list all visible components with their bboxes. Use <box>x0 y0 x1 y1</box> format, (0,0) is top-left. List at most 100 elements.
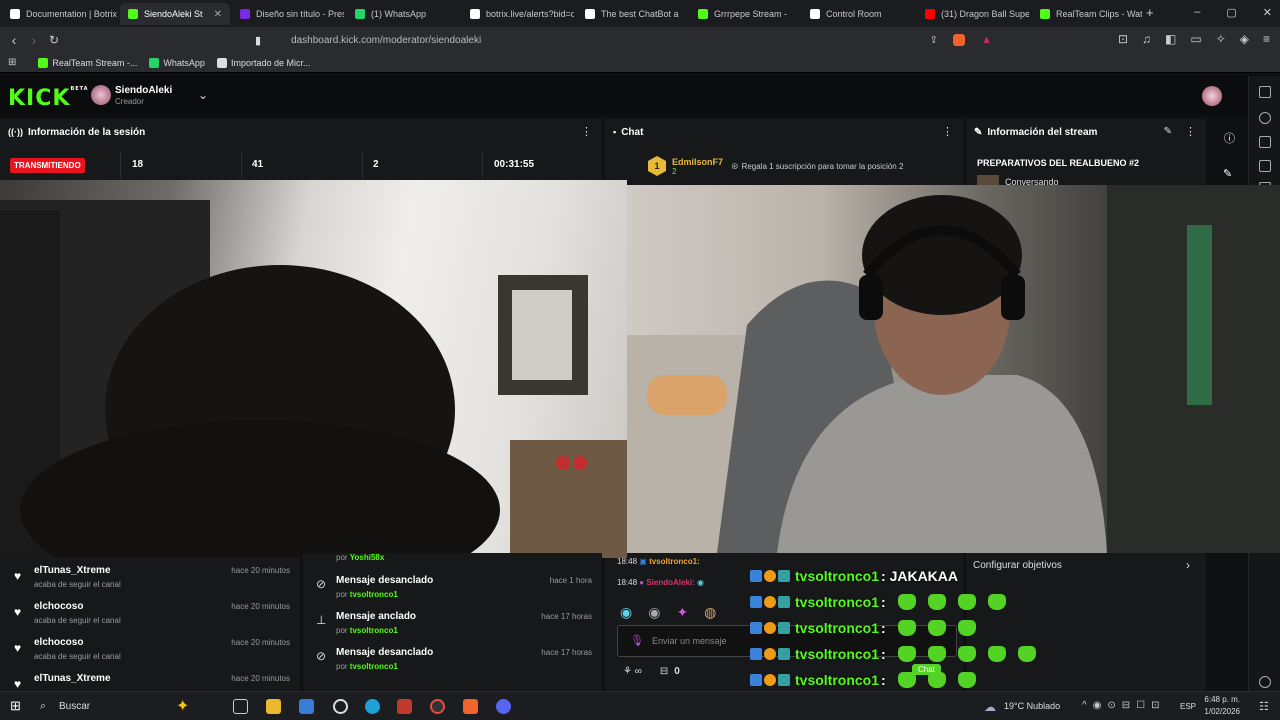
store-icon[interactable]: ⊟ <box>660 666 668 677</box>
obs-icon[interactable] <box>430 699 445 714</box>
raid-icon[interactable] <box>1259 112 1271 124</box>
broadcast-icon: ((·)) <box>8 127 23 137</box>
bookmark-item[interactable]: WhatsApp <box>149 57 205 68</box>
goals-row[interactable]: Configurar objetivos › <box>966 553 1206 579</box>
profile-avatar[interactable] <box>1202 86 1222 106</box>
goals-label: Configurar objetivos <box>973 560 1062 571</box>
clock-time[interactable]: 6:48 p. m. <box>1204 695 1240 704</box>
forward-icon[interactable]: › <box>24 32 44 48</box>
mic-icon: 🎙 <box>630 635 644 647</box>
browser-tab[interactable]: Grrrpepe Stream - <box>690 3 800 25</box>
emote-cat-gray-icon[interactable]: ◉ <box>648 604 660 621</box>
emote-cat-icon[interactable]: ◉ <box>620 604 632 621</box>
discord-icon[interactable] <box>496 699 511 714</box>
points-icon[interactable]: ⚘ ∞ <box>623 666 642 677</box>
wallet-icon[interactable]: ▭ <box>1190 32 1201 46</box>
close-tab-icon[interactable]: ✕ <box>214 9 222 20</box>
taskbar-search[interactable]: Buscar <box>59 701 90 712</box>
panel-title: Información del stream <box>987 126 1098 138</box>
task-view-icon[interactable] <box>233 699 248 714</box>
file-explorer-icon[interactable] <box>266 699 281 714</box>
clock-date[interactable]: 1/02/2026 <box>1200 707 1240 716</box>
emote-dance-icon[interactable]: ✦ <box>676 604 688 621</box>
browser-tab[interactable]: botrix.live/alerts?bid=o <box>462 3 574 25</box>
rewards-icon[interactable]: ▲ <box>981 34 992 46</box>
msg-user[interactable]: SiendoAleki: <box>646 578 694 587</box>
kick-logo[interactable]: KICKBETA <box>8 86 89 111</box>
emote-face-icon[interactable]: ◍ <box>704 604 716 621</box>
browser-tab[interactable]: Control Room <box>802 3 914 25</box>
lang-indicator[interactable]: ESP <box>1180 702 1196 711</box>
edit-icon[interactable]: ✎ <box>1164 126 1172 137</box>
stream-tool-icon[interactable] <box>1259 86 1271 98</box>
brave-icon[interactable] <box>463 699 478 714</box>
pin-icon: ⊥ <box>316 613 327 627</box>
tab-favicon-icon <box>10 9 20 19</box>
browser-tab[interactable]: Documentation | Botrix <box>2 3 117 25</box>
reload-icon[interactable]: ↻ <box>44 33 64 47</box>
info-icon[interactable]: ⓘ <box>1224 130 1235 146</box>
notification-icon[interactable]: ☷ <box>1259 700 1269 713</box>
media-icon[interactable]: ♫ <box>1142 32 1151 46</box>
follower-name[interactable]: elTunas_Xtreme <box>34 673 111 684</box>
viewer-count: 0 <box>674 666 680 677</box>
close-window-icon[interactable]: ✕ <box>1263 6 1272 19</box>
vpn-icon[interactable]: ◈ <box>1240 32 1249 46</box>
tray-icons[interactable]: ^◉⊙⊟☐⊡ <box>1082 700 1166 711</box>
tab-label: Diseño sin título - Pres <box>256 9 344 19</box>
frog-emote-icon <box>957 672 976 688</box>
start-icon[interactable]: ⊞ <box>10 698 21 714</box>
brave-shield-icon[interactable] <box>953 34 965 46</box>
browser-tab[interactable]: The best ChatBot a <box>577 3 687 25</box>
weather-text[interactable]: 19°C Nublado <box>1004 701 1060 711</box>
frog-emote-icon <box>957 620 976 636</box>
log-by-user[interactable]: tvsoltronco1 <box>350 590 398 599</box>
clips-icon[interactable] <box>1259 136 1271 148</box>
store-icon[interactable] <box>299 699 314 714</box>
maximize-icon[interactable]: ▢ <box>1226 6 1236 19</box>
copilot-sparkle-icon[interactable]: ✦ <box>176 696 189 716</box>
app-icon[interactable] <box>397 699 412 714</box>
mod-log-item: ⊘ Mensaje desanclado por tvsoltronco1 hace … <box>316 647 594 681</box>
minimize-icon[interactable]: – <box>1194 6 1200 19</box>
bookmark-item[interactable]: Importado de Micr... <box>216 57 311 68</box>
new-tab-button[interactable]: + <box>1146 5 1154 20</box>
ai-icon[interactable]: ✧ <box>1216 32 1226 46</box>
edit-stream-icon[interactable]: ✎ <box>1223 167 1232 180</box>
browser-tab[interactable]: SiendoAleki St ✕ <box>120 3 230 25</box>
msg-user[interactable]: tvsoltronco1: <box>649 557 700 566</box>
screenshot-icon[interactable]: ⊡ <box>1118 32 1128 46</box>
save-icon[interactable] <box>1259 160 1271 172</box>
unpin-icon: ⊘ <box>316 577 327 591</box>
follower-time: hace 20 minutos <box>231 638 290 647</box>
follower-name[interactable]: elchocoso <box>34 637 83 648</box>
logo-text: KICK <box>8 86 71 111</box>
chevron-down-icon[interactable]: ⌄ <box>198 88 208 102</box>
search-icon[interactable]: ⌕ <box>40 700 46 713</box>
gifter-name[interactable]: EdmilsonF7 <box>672 157 723 167</box>
follower-name[interactable]: elTunas_Xtreme <box>34 565 111 576</box>
settings-app-icon[interactable] <box>333 699 348 714</box>
channel-name[interactable]: SiendoAleki <box>115 85 172 96</box>
apps-grid-icon[interactable]: ⊞ <box>8 57 16 68</box>
back-icon[interactable]: ‹ <box>4 32 24 48</box>
more-options-icon[interactable]: ⋮ <box>1185 125 1196 138</box>
log-by-user[interactable]: tvsoltronco1 <box>350 626 398 635</box>
bookmark-item[interactable]: RealTeam Stream -... <box>38 57 137 68</box>
bookmark-icon[interactable]: ▮ <box>255 34 261 47</box>
address-bar[interactable]: ▮ dashboard.kick.com/moderator/siendoale… <box>255 30 1000 50</box>
browser-tab[interactable]: Diseño sin título - Pres <box>232 3 344 25</box>
browser-tab[interactable]: RealTeam Clips - Watc <box>1032 3 1142 25</box>
overlay-user: tvsoltronco1 <box>795 620 880 636</box>
log-by-user[interactable]: tvsoltronco1 <box>350 662 398 671</box>
more-options-icon[interactable]: ⋮ <box>942 125 953 138</box>
share-icon[interactable]: ⇪ <box>930 35 938 46</box>
follower-name[interactable]: elchocoso <box>34 601 83 612</box>
menu-icon[interactable]: ≡ <box>1263 32 1270 46</box>
browser-tab[interactable]: (1) WhatsApp <box>347 3 459 25</box>
edge-icon[interactable] <box>365 699 380 714</box>
browser-tab[interactable]: (31) Dragon Ball Super <box>917 3 1029 25</box>
more-options-icon[interactable]: ⋮ <box>581 125 592 138</box>
sidebar-icon[interactable]: ◧ <box>1165 32 1176 46</box>
settings-icon[interactable] <box>1259 676 1271 688</box>
